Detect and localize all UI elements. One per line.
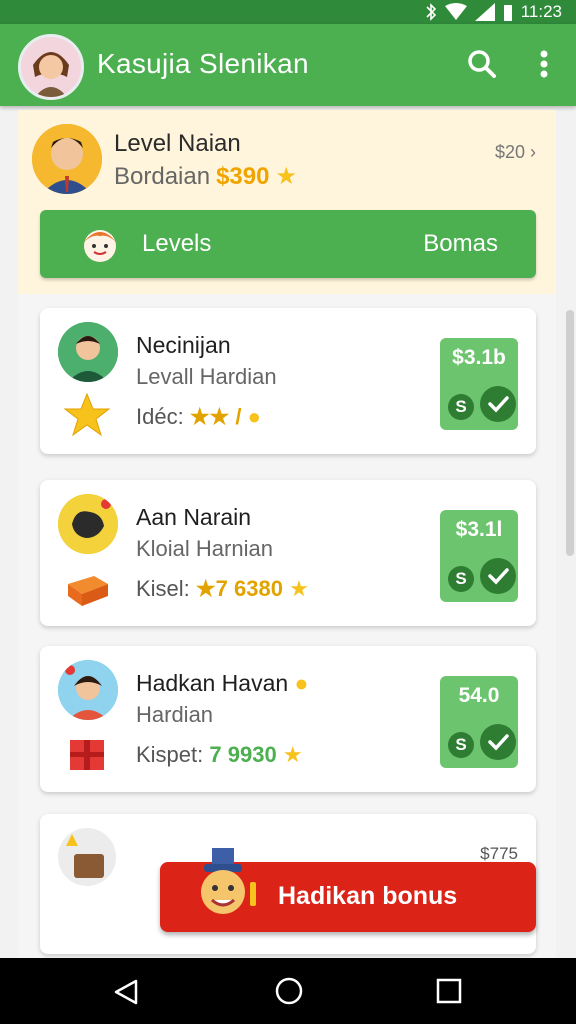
stats-value: 7 9930 <box>209 742 277 767</box>
back-icon[interactable] <box>112 978 140 1006</box>
level-link[interactable]: $20 › <box>495 142 536 163</box>
list-item-role: Levall Hardian <box>136 364 277 389</box>
level-subtitle-text: Bordaian <box>114 163 211 190</box>
wifi-icon <box>444 3 467 20</box>
signal-icon <box>474 3 495 21</box>
list-item-name-text: Hadkan Havan <box>136 670 289 696</box>
level-title: Level Naian <box>114 130 241 157</box>
star-icon: ★ <box>275 163 297 190</box>
home-icon[interactable] <box>274 976 304 1006</box>
levels-bonus-button[interactable]: Levels Bomas <box>40 210 536 278</box>
reward-badge[interactable]: 54.0 S <box>440 676 518 768</box>
list-item-name: Aan Narain <box>136 504 252 530</box>
level-card: Level Naian Bordaian $390 ★ $20 › Levels B… <box>18 110 556 294</box>
coin-icon: ● <box>294 670 309 696</box>
avatar[interactable] <box>18 34 84 100</box>
reward-amount: $3.1b <box>452 346 506 369</box>
more-vert-icon[interactable] <box>530 46 558 82</box>
avatar <box>58 494 118 554</box>
levels-label: Levels <box>142 230 212 257</box>
bonus-label: Bomas <box>423 230 498 257</box>
check-icon <box>480 724 516 760</box>
coin-icon: S <box>448 566 474 592</box>
star-icon: ★ <box>289 576 309 601</box>
list-item-stats: Kispet: 7 9930 ★ <box>136 742 303 768</box>
status-time: 11:23 <box>520 2 562 21</box>
list-item-name: Hadkan Havan ● <box>136 670 308 697</box>
star-icon <box>63 392 111 438</box>
mascot-icon <box>188 846 258 924</box>
reward-badge[interactable]: $3.1l S <box>440 510 518 602</box>
check-icon <box>480 386 516 422</box>
app-title: Kasujia Slenikan <box>97 48 309 79</box>
reward-amount: $775 <box>480 844 518 863</box>
stats-label: Kisel: <box>136 576 190 601</box>
profile-avatar <box>32 124 102 194</box>
bonus-button-label: Hadikan bonus <box>278 882 458 910</box>
bluetooth-icon <box>426 3 436 21</box>
stats-label: Idéc: <box>136 404 184 429</box>
stats-label: Kispet: <box>136 742 204 767</box>
stats-value: ★7 6380 <box>195 576 283 601</box>
recents-icon[interactable] <box>436 978 462 1004</box>
list-item-stats: Kisel: ★7 6380 ★ <box>136 576 309 602</box>
list-item-role: Kloial Harnian <box>136 536 273 561</box>
list-item[interactable]: Hadkan Havan ● Hardian Kispet: 7 9930 ★ … <box>40 646 536 792</box>
basket-icon <box>58 828 116 886</box>
mascot-icon <box>78 222 122 266</box>
app-bar: Kasujia Slenikan <box>0 24 576 106</box>
search-icon[interactable] <box>464 46 500 82</box>
check-icon <box>480 558 516 594</box>
list-item-name: Necinijan <box>136 332 231 358</box>
coin-icon: S <box>448 394 474 420</box>
coin-icon: ● <box>247 404 261 429</box>
battery-icon <box>503 5 512 21</box>
user-list: Necinijan Levall Hardian Idéc: ★★ / ● $3… <box>18 294 556 958</box>
reward-amount: $3.1l <box>455 518 503 541</box>
gift-box-icon <box>64 564 110 610</box>
stats-value: ★★ / <box>189 404 248 429</box>
status-bar: 11:23 <box>0 0 576 24</box>
coin-icon: S <box>448 732 474 758</box>
list-item-stats: Idéc: ★★ / ● <box>136 404 261 430</box>
gift-box-icon <box>64 730 110 776</box>
level-amount: $390 <box>216 163 270 190</box>
star-icon: ★ <box>282 742 303 767</box>
avatar <box>58 322 118 382</box>
list-item-role: Hardian <box>136 702 214 727</box>
scrollbar[interactable] <box>566 310 574 556</box>
nav-bar <box>0 958 576 1024</box>
reward-amount: 54.0 <box>458 684 500 707</box>
list-item[interactable]: Necinijan Levall Hardian Idéc: ★★ / ● $3… <box>40 308 536 454</box>
list-item[interactable]: Aan Narain Kloial Harnian Kisel: ★7 6380… <box>40 480 536 626</box>
level-link-amount: $20 <box>494 142 525 162</box>
reward-badge[interactable]: $3.1b S <box>440 338 518 430</box>
level-subtitle: Bordaian $390 ★ <box>114 162 297 191</box>
avatar <box>58 660 118 720</box>
